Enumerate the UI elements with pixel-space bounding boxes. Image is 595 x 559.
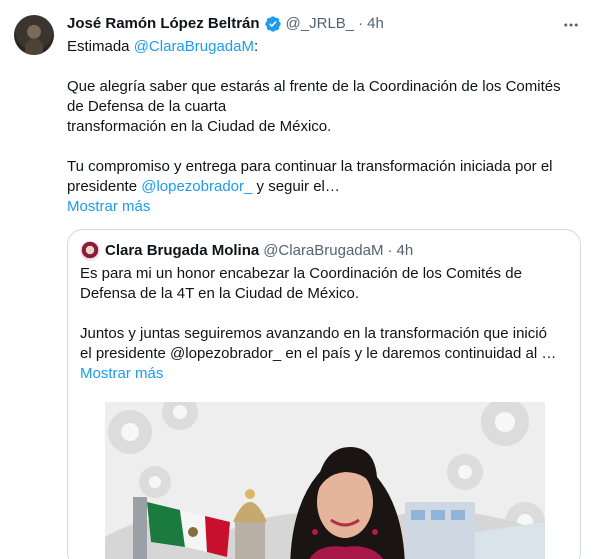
author-avatar[interactable] [14,15,54,55]
separator-dot: · [387,242,393,259]
author-name[interactable]: José Ramón López Beltrán [67,14,260,34]
quoted-line: Es para mi un honor encabezar la Coordin… [80,265,522,282]
quoted-tweet-header: Clara Brugada Molina @ClaraBrugadaM · 4h [80,241,413,261]
quoted-show-more-link[interactable]: Mostrar más [80,364,163,384]
media-illustration [105,402,545,559]
quoted-line: el presidente @lopezobrador_ en el país … [80,345,557,362]
paragraph-line: Tu compromiso y entrega para continuar l… [67,158,553,175]
quoted-author-handle[interactable]: @ClaraBrugadaM [263,241,383,261]
greeting-text: Estimada [67,38,134,55]
tweet-timestamp[interactable]: 4h [367,14,384,34]
tweet[interactable]: José Ramón López Beltrán @_JRLB_ · 4h Es… [0,0,595,559]
show-more-link[interactable]: Mostrar más [67,197,150,217]
author-handle[interactable]: @_JRLB_ [286,14,355,34]
quoted-author-name[interactable]: Clara Brugada Molina [105,241,259,261]
quoted-line: Juntos y juntas seguiremos avanzando en … [80,325,547,342]
quoted-media-image[interactable] [105,402,545,559]
quoted-timestamp[interactable]: 4h [396,241,413,261]
greeting-colon: : [253,38,259,55]
quoted-tweet-card[interactable]: Clara Brugada Molina @ClaraBrugadaM · 4h… [67,229,581,559]
quoted-line: Defensa de la 4T en la Ciudad de México. [80,285,360,302]
tweet-text: Estimada @ClaraBrugadaM: Que alegría sab… [67,37,587,217]
paragraph-text: y seguir el… [252,178,340,195]
more-options-glyph [564,23,578,27]
quoted-author-avatar[interactable] [80,241,100,261]
mention-link[interactable]: @ClaraBrugadaM [134,38,254,55]
separator-dot: · [358,15,364,32]
paragraph-text: presidente [67,178,142,195]
verified-badge-icon [264,16,281,32]
paragraph-line: Que alegría saber que estarás al frente … [67,78,561,95]
tweet-header: José Ramón López Beltrán @_JRLB_ · 4h [67,14,384,34]
paragraph-line: de Defensa de la cuarta [67,98,227,115]
paragraph-line: transformación en la Ciudad de México. [67,118,332,135]
more-options-icon[interactable] [561,15,581,35]
greeting-line: Estimada @ClaraBrugadaM: [67,37,587,57]
quoted-tweet-text: Es para mi un honor encabezar la Coordin… [80,264,572,384]
paragraph-line: presidente @lopezobrador_ y seguir el… [67,177,587,197]
mention-link[interactable]: @lopezobrador_ [141,178,252,195]
